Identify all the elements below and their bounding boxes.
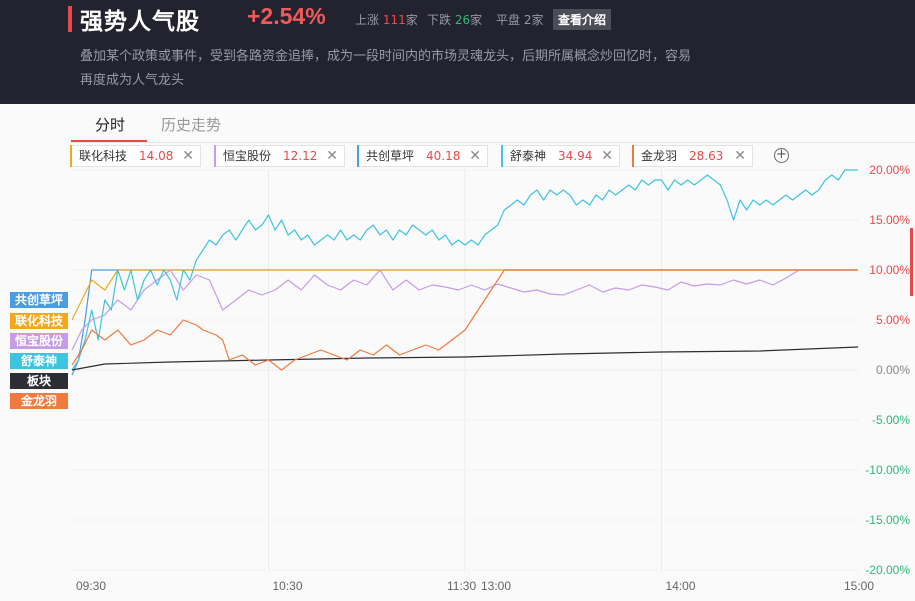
x-tick-label: 09:30 [76, 579, 106, 593]
y-tick-label: -15.00% [865, 513, 910, 527]
y-tick-label: 15.00% [869, 213, 910, 227]
stock-chip-jinlongyu[interactable]: 金龙羽 28.63 ✕ [632, 145, 753, 167]
legend-tag-gongchuang: 共创草坪 [10, 292, 68, 308]
x-tick-label: 14:00 [666, 579, 696, 593]
chip-color-marker [501, 145, 503, 167]
chip-color-marker [70, 145, 72, 167]
x-tick-label: 10:30 [273, 579, 303, 593]
chip-name: 联化科技 [79, 149, 128, 163]
y-tick-label: 20.00% [869, 163, 910, 177]
stock-chip-hengbao[interactable]: 恒宝股份 12.12 ✕ [214, 145, 345, 167]
intraday-line-chart: 20.00% 15.00% 10.00% 5.00% 0.00% -5.00% -10.00… [71, 163, 913, 593]
chip-price: 34.94 [558, 149, 593, 163]
close-icon[interactable]: ✕ [326, 147, 338, 165]
chip-name: 共创草坪 [366, 149, 415, 163]
y-tick-label: 5.00% [876, 313, 910, 327]
current-value-marker [910, 228, 913, 296]
x-tick-label: 15:00 [844, 579, 874, 593]
legend-tag-jinlongyu: 金龙羽 [10, 393, 68, 409]
y-tick-label: -20.00% [865, 563, 910, 577]
tab-intraday[interactable]: 分时 [95, 114, 125, 135]
chip-price: 14.08 [139, 149, 174, 163]
chip-name: 舒泰神 [510, 149, 547, 163]
y-tick-label: -10.00% [865, 463, 910, 477]
plus-circle-icon[interactable]: + [774, 148, 789, 163]
x-tick-label: 11:30 [447, 579, 476, 593]
chip-color-marker [632, 145, 634, 167]
stock-chip-shutaishen[interactable]: 舒泰神 34.94 ✕ [501, 145, 620, 167]
chip-price: 40.18 [426, 149, 461, 163]
chip-color-marker [357, 145, 359, 167]
legend-tag-sector: 板块 [10, 373, 68, 389]
chip-price: 28.63 [689, 149, 724, 163]
tab-divider [70, 142, 915, 143]
stock-chip-lianhua[interactable]: 联化科技 14.08 ✕ [70, 145, 201, 167]
y-tick-label: 0.00% [876, 363, 910, 377]
close-icon[interactable]: ✕ [601, 147, 613, 165]
legend-tag-hengbao: 恒宝股份 [10, 333, 68, 349]
stock-chip-gongchuang[interactable]: 共创草坪 40.18 ✕ [357, 145, 488, 167]
legend-tag-shutaishen: 舒泰神 [10, 353, 68, 369]
y-tick-label: 10.00% [869, 263, 910, 277]
y-tick-label: -5.00% [872, 413, 910, 427]
legend-tag-lianhua: 联化科技 [10, 313, 68, 329]
chip-color-marker [214, 145, 216, 167]
close-icon[interactable]: ✕ [182, 147, 194, 165]
chip-name: 金龙羽 [641, 149, 678, 163]
chip-name: 恒宝股份 [223, 149, 272, 163]
x-tick-label: 13:00 [481, 579, 511, 593]
tab-history-trend[interactable]: 历史走势 [161, 114, 221, 135]
chip-price: 12.12 [283, 149, 318, 163]
close-icon[interactable]: ✕ [469, 147, 481, 165]
strong-popular-stocks-panel: 强势人气股 +2.54% 上涨 111家 下跌 26家 平盘 2家 查看介绍 叠… [0, 0, 915, 601]
close-icon[interactable]: ✕ [734, 147, 746, 165]
